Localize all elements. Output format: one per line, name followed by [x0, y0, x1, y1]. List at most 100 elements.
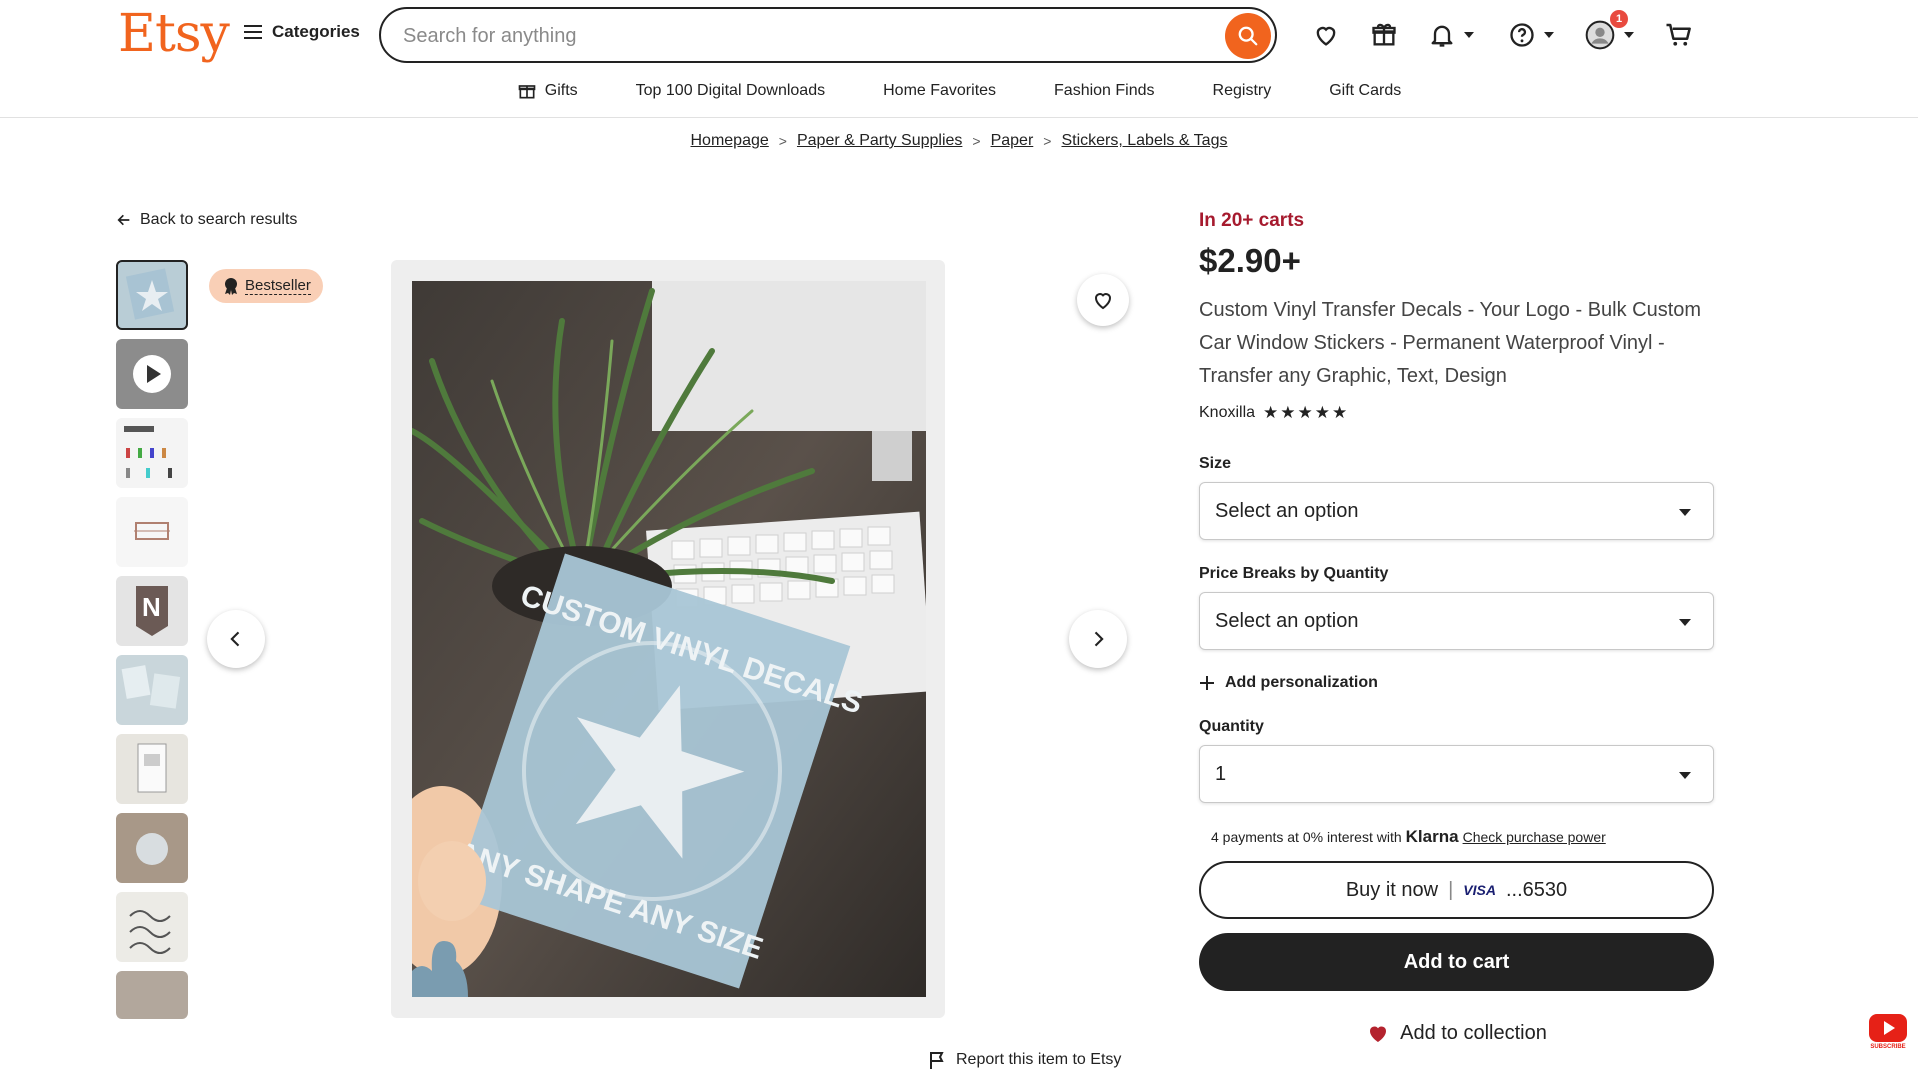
subnav-home-favorites[interactable]: Home Favorites — [883, 82, 996, 100]
breadcrumb-link[interactable]: Paper & Party Supplies — [797, 132, 962, 150]
categories-button[interactable]: Categories — [244, 22, 360, 42]
subnav-label: Registry — [1212, 82, 1272, 99]
youtube-subscribe-button[interactable]: SUBSCRIBE — [1868, 1014, 1908, 1052]
gift-icon — [518, 85, 536, 99]
star-rating-icon[interactable]: ★★★★★ — [1263, 403, 1349, 423]
report-item-link[interactable]: Report this item to Etsy — [928, 1050, 1121, 1070]
quantity-select[interactable]: 1 — [1199, 745, 1714, 803]
notification-badge: 1 — [1610, 10, 1628, 28]
thumbnail[interactable] — [116, 892, 188, 962]
breadcrumb-link[interactable]: Stickers, Labels & Tags — [1061, 132, 1227, 150]
video-thumbnail[interactable] — [116, 339, 188, 409]
chevron-right-icon: > — [778, 133, 787, 149]
thumbnail-list: N — [116, 260, 188, 1028]
chevron-down-icon — [1624, 32, 1634, 38]
help-button[interactable] — [1508, 18, 1554, 52]
shop-name-link[interactable]: Knoxilla — [1199, 404, 1255, 422]
subnav-label: Gift Cards — [1329, 82, 1402, 99]
search-bar — [379, 7, 1277, 63]
back-label: Back to search results — [140, 211, 298, 228]
youtube-play-icon — [1869, 1014, 1907, 1042]
cart-icon — [1666, 23, 1691, 46]
breadcrumb-link[interactable]: Homepage — [691, 132, 769, 150]
previous-image-button[interactable] — [207, 610, 265, 668]
heart-icon — [1094, 293, 1112, 310]
subnav-registry[interactable]: Registry — [1213, 82, 1272, 100]
buy-it-now-button[interactable]: Buy it now | VISA ...6530 — [1199, 861, 1714, 919]
account-button[interactable]: 1 — [1584, 10, 1634, 52]
price-breaks-label: Price Breaks by Quantity — [1199, 565, 1389, 582]
play-icon — [133, 355, 171, 393]
search-input[interactable] — [403, 21, 1183, 51]
chevron-down-icon — [1464, 32, 1474, 38]
arrow-left-icon — [117, 214, 130, 226]
subnav-fashion-finds[interactable]: Fashion Finds — [1054, 82, 1155, 100]
chevron-right-icon: > — [1043, 133, 1052, 149]
price: $2.90+ — [1199, 242, 1301, 279]
etsy-logo[interactable]: Etsy — [118, 4, 230, 64]
flag-icon — [930, 1052, 944, 1069]
site-header: Etsy Categories 1 Gifts Top 100 Digita — [0, 0, 1918, 118]
klarna-financing: 4 payments at 0% interest with Klarna Ch… — [1199, 827, 1714, 847]
product-title: Custom Vinyl Transfer Decals - Your Logo… — [1199, 299, 1702, 387]
add-to-collection-label: Add to collection — [1400, 1021, 1547, 1044]
svg-text:N: N — [142, 592, 161, 622]
chevron-right-icon — [1094, 631, 1104, 647]
cart-button[interactable] — [1664, 18, 1694, 52]
award-icon — [225, 278, 237, 295]
thumbnail[interactable] — [116, 497, 188, 567]
search-icon — [1238, 26, 1258, 46]
sub-navigation: Gifts Top 100 Digital Downloads Home Fav… — [0, 78, 1918, 104]
subnav-label: Top 100 Digital Downloads — [635, 82, 826, 99]
menu-icon — [244, 25, 262, 39]
thumbnail[interactable] — [116, 813, 188, 883]
chevron-left-icon — [230, 631, 240, 647]
breadcrumb-link[interactable]: Paper — [991, 132, 1034, 150]
search-button[interactable] — [1225, 13, 1271, 59]
thumbnail[interactable] — [116, 734, 188, 804]
back-to-results-link[interactable]: Back to search results — [116, 211, 297, 229]
thumbnail[interactable] — [116, 260, 188, 330]
shop-info: Knoxilla ★★★★★ — [1199, 403, 1714, 423]
product-details: In 20+ carts $2.90+ Custom Vinyl Transfe… — [1199, 210, 1714, 1045]
size-select[interactable]: Select an option — [1199, 482, 1714, 540]
check-purchase-power-link[interactable]: Check purchase power — [1463, 829, 1606, 845]
subnav-gifts[interactable]: Gifts — [517, 81, 578, 101]
gift-button[interactable] — [1370, 18, 1398, 52]
add-to-collection-button[interactable]: Add to collection — [1199, 1021, 1714, 1045]
card-last4: ...6530 — [1505, 878, 1568, 901]
favorites-button[interactable] — [1312, 18, 1340, 52]
thumbnail[interactable] — [116, 418, 188, 488]
subnav-gift-cards[interactable]: Gift Cards — [1329, 82, 1401, 100]
price-breaks-select-value: Select an option — [1215, 609, 1359, 632]
favorite-item-button[interactable] — [1077, 274, 1129, 326]
quantity-select-value: 1 — [1215, 762, 1227, 785]
subnav-label: Home Favorites — [883, 82, 997, 99]
add-personalization-button[interactable]: Add personalization — [1199, 674, 1714, 692]
quantity-label: Quantity — [1199, 718, 1264, 735]
main-product-image[interactable]: CUSTOM VINYL DECALS ANY SHAPE ANY SIZE — [412, 281, 926, 997]
size-select-value: Select an option — [1215, 499, 1359, 522]
help-icon — [1510, 23, 1534, 47]
plus-icon — [1200, 676, 1214, 690]
buy-now-label: Buy it now — [1345, 878, 1439, 901]
bestseller-label: Bestseller — [245, 277, 311, 295]
chevron-down-icon — [1679, 772, 1691, 779]
price-breaks-select[interactable]: Select an option — [1199, 592, 1714, 650]
add-to-cart-button[interactable]: Add to cart — [1199, 933, 1714, 991]
subnav-top-100[interactable]: Top 100 Digital Downloads — [636, 82, 825, 100]
chevron-down-icon — [1544, 32, 1554, 38]
heart-icon — [1316, 26, 1336, 46]
in-carts-notice: In 20+ carts — [1199, 210, 1305, 231]
notifications-button[interactable] — [1428, 18, 1474, 52]
add-personalization-label: Add personalization — [1225, 674, 1378, 691]
thumbnail[interactable] — [116, 655, 188, 725]
chevron-down-icon — [1679, 509, 1691, 516]
thumbnail[interactable]: N — [116, 576, 188, 646]
chevron-right-icon: > — [972, 133, 981, 149]
bell-icon — [1431, 25, 1453, 47]
chevron-down-icon — [1679, 619, 1691, 626]
gift-icon — [1372, 23, 1396, 46]
next-image-button[interactable] — [1069, 610, 1127, 668]
thumbnail[interactable] — [116, 971, 188, 1019]
